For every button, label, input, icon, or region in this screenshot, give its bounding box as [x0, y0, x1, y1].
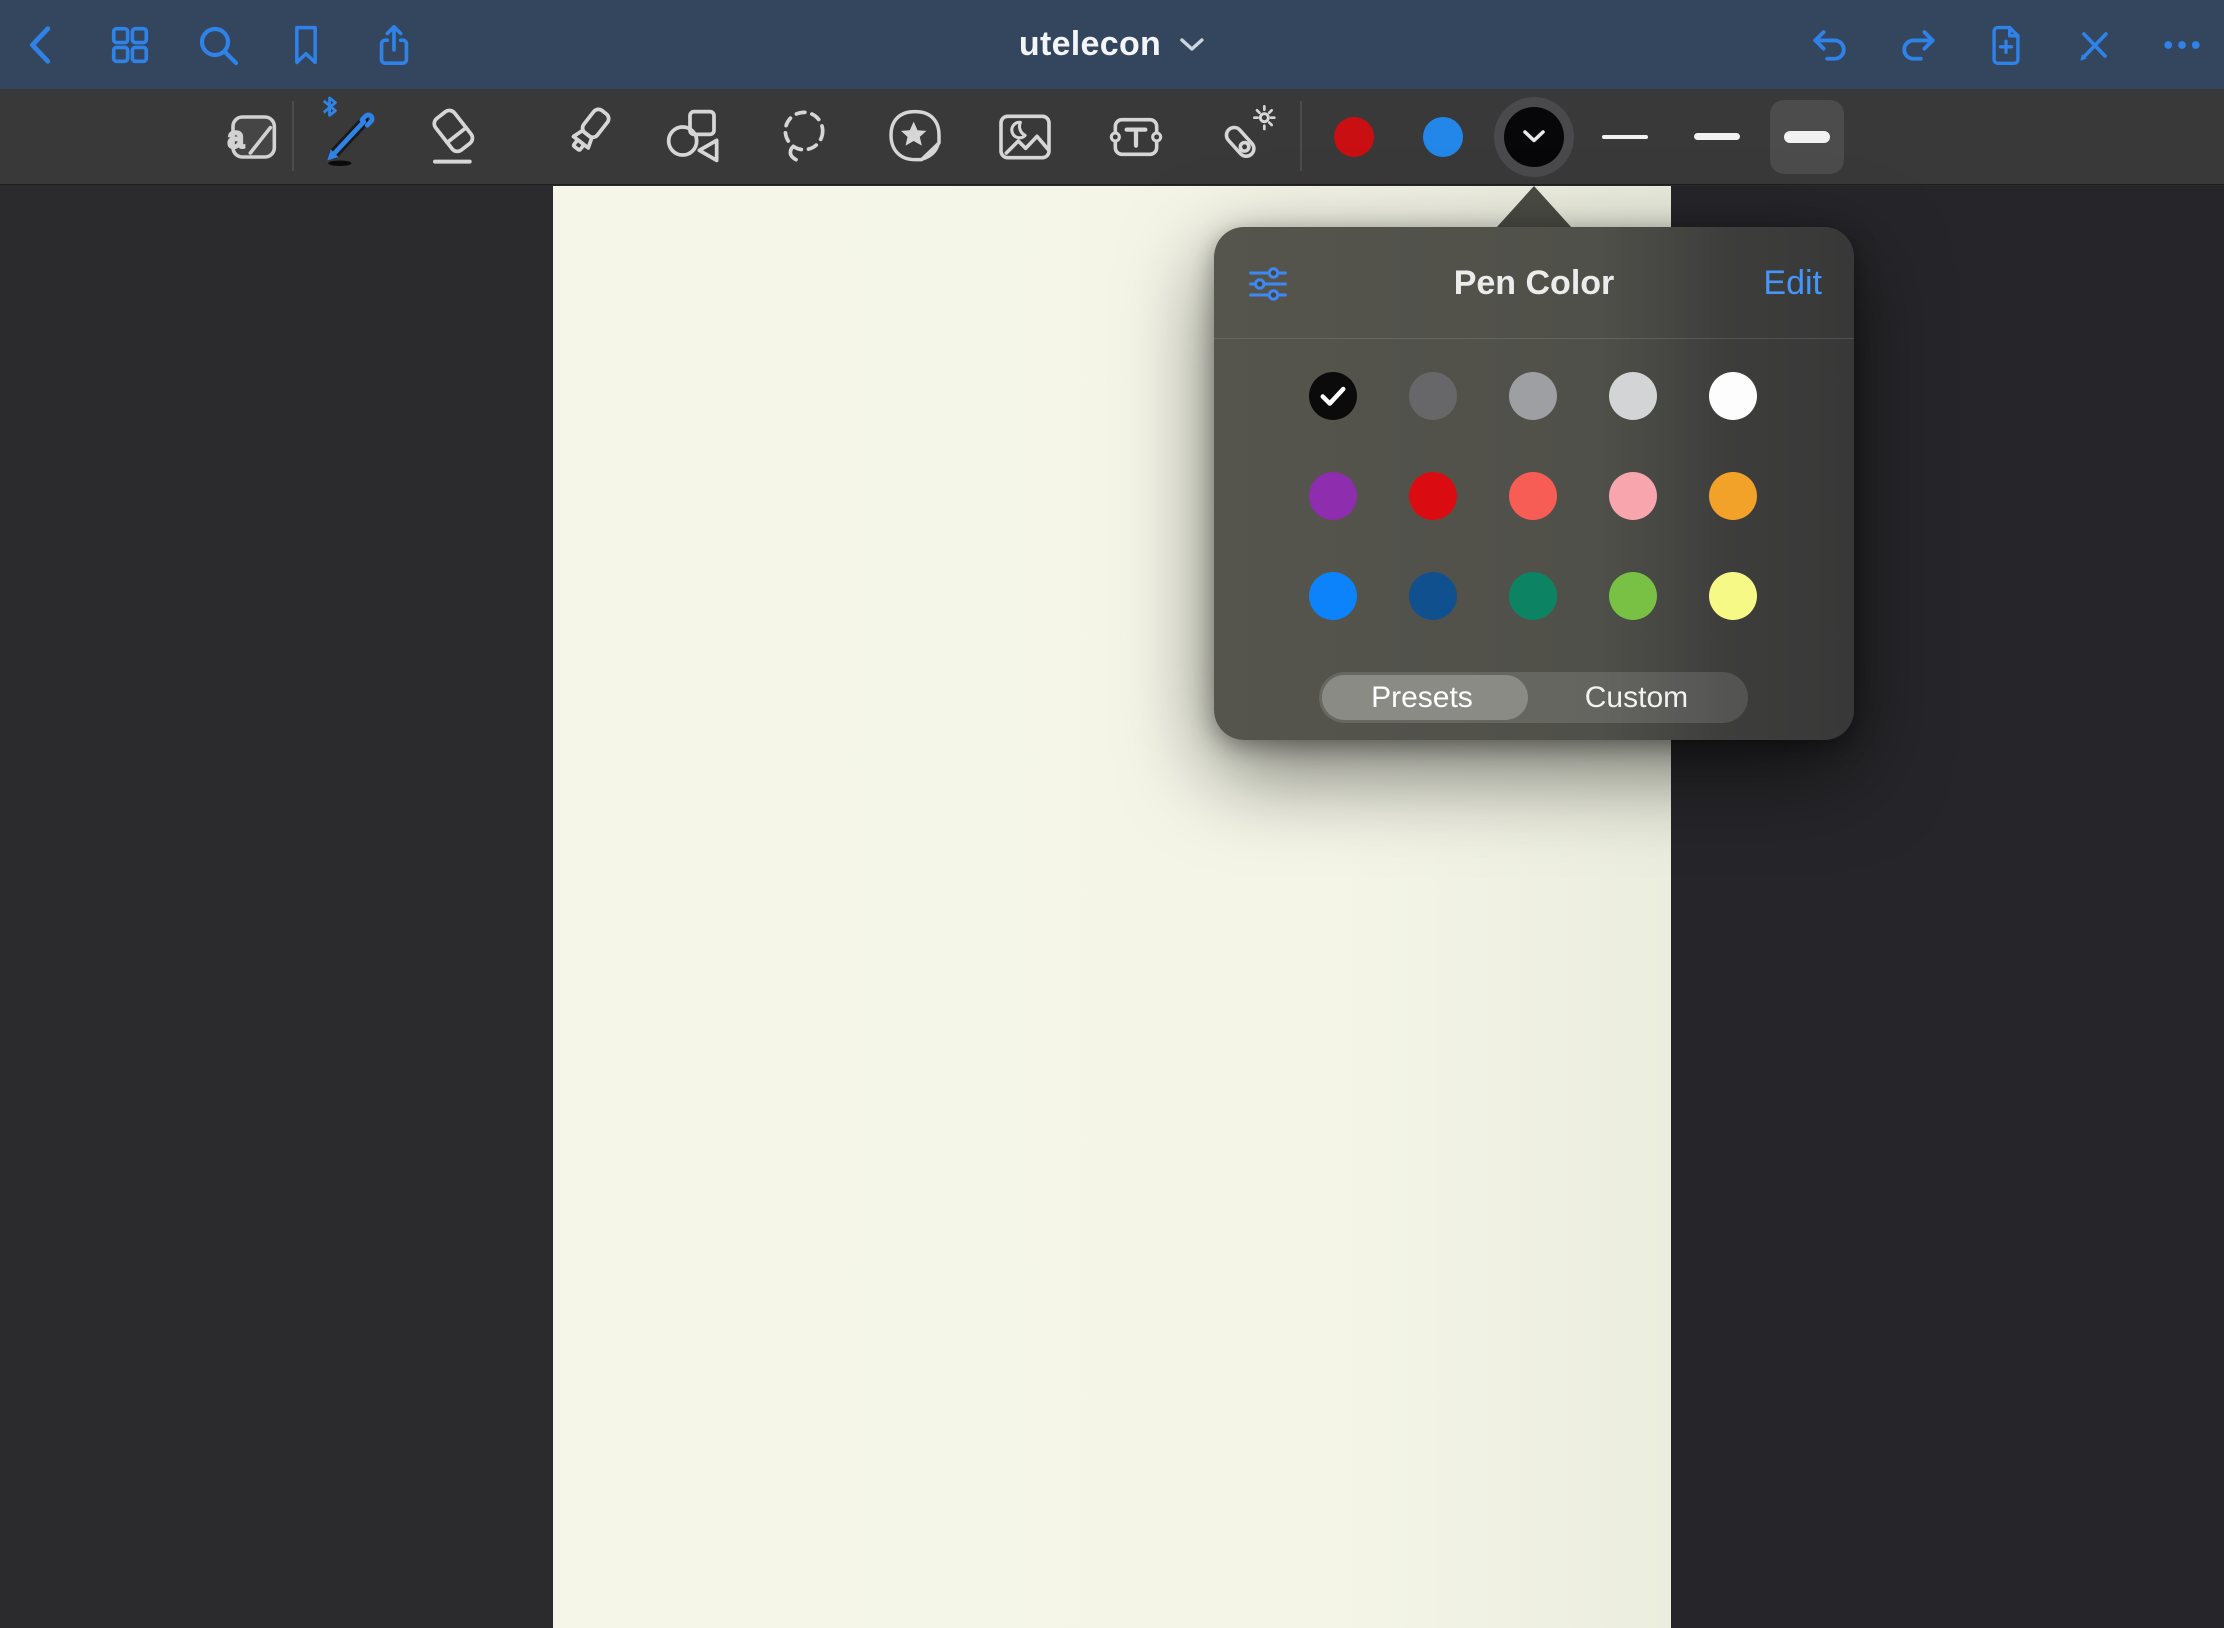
navbar-left-group [16, 0, 420, 89]
stylus-toggle-button[interactable] [2068, 15, 2120, 75]
canvas-area [0, 186, 2224, 1628]
custom-tab[interactable]: Custom [1525, 672, 1748, 723]
app-screen: utelecon [0, 0, 2224, 1628]
search-icon [194, 21, 242, 69]
share-button[interactable] [368, 15, 420, 75]
color-swatch-navy[interactable] [1409, 572, 1457, 620]
ellipsis-icon [2159, 23, 2205, 67]
highlighter-icon [555, 105, 619, 169]
bookmark-button[interactable] [280, 15, 332, 75]
pen-tool-button[interactable] [317, 104, 383, 170]
lasso-tool-button[interactable] [773, 104, 839, 170]
highlighter-tool-button[interactable] [554, 104, 620, 170]
redo-button[interactable] [1892, 15, 1944, 75]
elements-tool-button[interactable] [882, 104, 948, 170]
presets-tab[interactable]: Presets [1319, 672, 1525, 723]
color-swatch-teal[interactable] [1509, 572, 1557, 620]
stroke-thick-button[interactable] [1770, 100, 1844, 174]
eraser-icon [423, 105, 487, 169]
chevron-down-icon [1522, 129, 1546, 144]
color-swatch-gray[interactable] [1509, 372, 1557, 420]
color-swatch-light-gray[interactable] [1609, 372, 1657, 420]
elements-sticker-icon [883, 105, 947, 169]
chevron-down-icon [1179, 36, 1205, 54]
add-page-button[interactable] [1980, 15, 2032, 75]
add-page-icon [1984, 21, 2028, 69]
svg-text:a: a [228, 121, 245, 154]
back-chevron-icon [19, 22, 65, 68]
quick-color-black-selected[interactable] [1494, 97, 1574, 177]
popover-title: Pen Color [1214, 227, 1854, 339]
stroke-medium-button[interactable] [1680, 100, 1754, 174]
undo-button[interactable] [1804, 15, 1856, 75]
document-title: utelecon [1019, 25, 1161, 64]
color-swatch-white[interactable] [1709, 372, 1757, 420]
shapes-tool-button[interactable] [661, 104, 727, 170]
pen-crossed-icon [2072, 23, 2116, 67]
text-tool-button[interactable] [1103, 104, 1169, 170]
toolbar-divider [292, 101, 294, 171]
shapes-icon [662, 105, 726, 169]
presets-custom-segmented-control: Presets Custom [1319, 672, 1748, 723]
grid-icon [107, 22, 153, 68]
text-icon [1104, 105, 1168, 169]
color-swatch-grid [1309, 372, 1757, 668]
pen-tool-icon [315, 102, 385, 172]
pen-color-popover: Pen Color Edit Presets Custom [1214, 227, 1854, 740]
image-icon [993, 105, 1057, 169]
checkmark-icon [1319, 385, 1347, 407]
back-button[interactable] [16, 15, 68, 75]
thick-line-glyph [1784, 131, 1830, 143]
bookmark-icon [284, 22, 328, 68]
sliders-icon [1245, 262, 1291, 306]
color-swatch-orange[interactable] [1709, 472, 1757, 520]
lasso-icon [774, 105, 838, 169]
reading-mode-icon: a [221, 105, 285, 169]
popover-header: Pen Color Edit [1214, 227, 1854, 339]
more-button[interactable] [2156, 15, 2208, 75]
color-swatch-pink[interactable] [1609, 472, 1657, 520]
color-swatch-dark-gray[interactable] [1409, 372, 1457, 420]
redo-icon [1895, 23, 1941, 67]
thin-line-glyph [1602, 135, 1648, 139]
medium-line-glyph [1694, 133, 1740, 140]
color-swatch-blue[interactable] [1309, 572, 1357, 620]
toolbar-divider-2 [1300, 101, 1302, 171]
laser-pointer-icon [1215, 105, 1279, 169]
undo-icon [1807, 23, 1853, 67]
image-tool-button[interactable] [992, 104, 1058, 170]
top-navbar: utelecon [0, 0, 2224, 89]
pointer-tool-button[interactable] [1214, 104, 1280, 170]
search-button[interactable] [192, 15, 244, 75]
color-swatch-black[interactable] [1309, 372, 1357, 420]
quick-color-red[interactable] [1334, 117, 1374, 157]
reading-mode-button[interactable]: a [220, 104, 286, 170]
navbar-right-group [1804, 0, 2208, 89]
eraser-tool-button[interactable] [422, 104, 488, 170]
bluetooth-icon [324, 97, 336, 115]
color-swatch-coral[interactable] [1509, 472, 1557, 520]
popover-arrow [1496, 186, 1572, 228]
document-title-dropdown[interactable]: utelecon [1019, 0, 1205, 89]
quick-color-blue[interactable] [1423, 117, 1463, 157]
color-swatch-green[interactable] [1609, 572, 1657, 620]
share-icon [371, 21, 417, 69]
color-swatch-red[interactable] [1409, 472, 1457, 520]
thumbnails-button[interactable] [104, 15, 156, 75]
color-swatch-yellow[interactable] [1709, 572, 1757, 620]
stroke-thin-button[interactable] [1588, 100, 1662, 174]
color-swatch-purple[interactable] [1309, 472, 1357, 520]
edit-button[interactable]: Edit [1763, 227, 1822, 339]
tools-toolbar: a [0, 89, 2224, 185]
pen-settings-button[interactable] [1244, 260, 1292, 308]
